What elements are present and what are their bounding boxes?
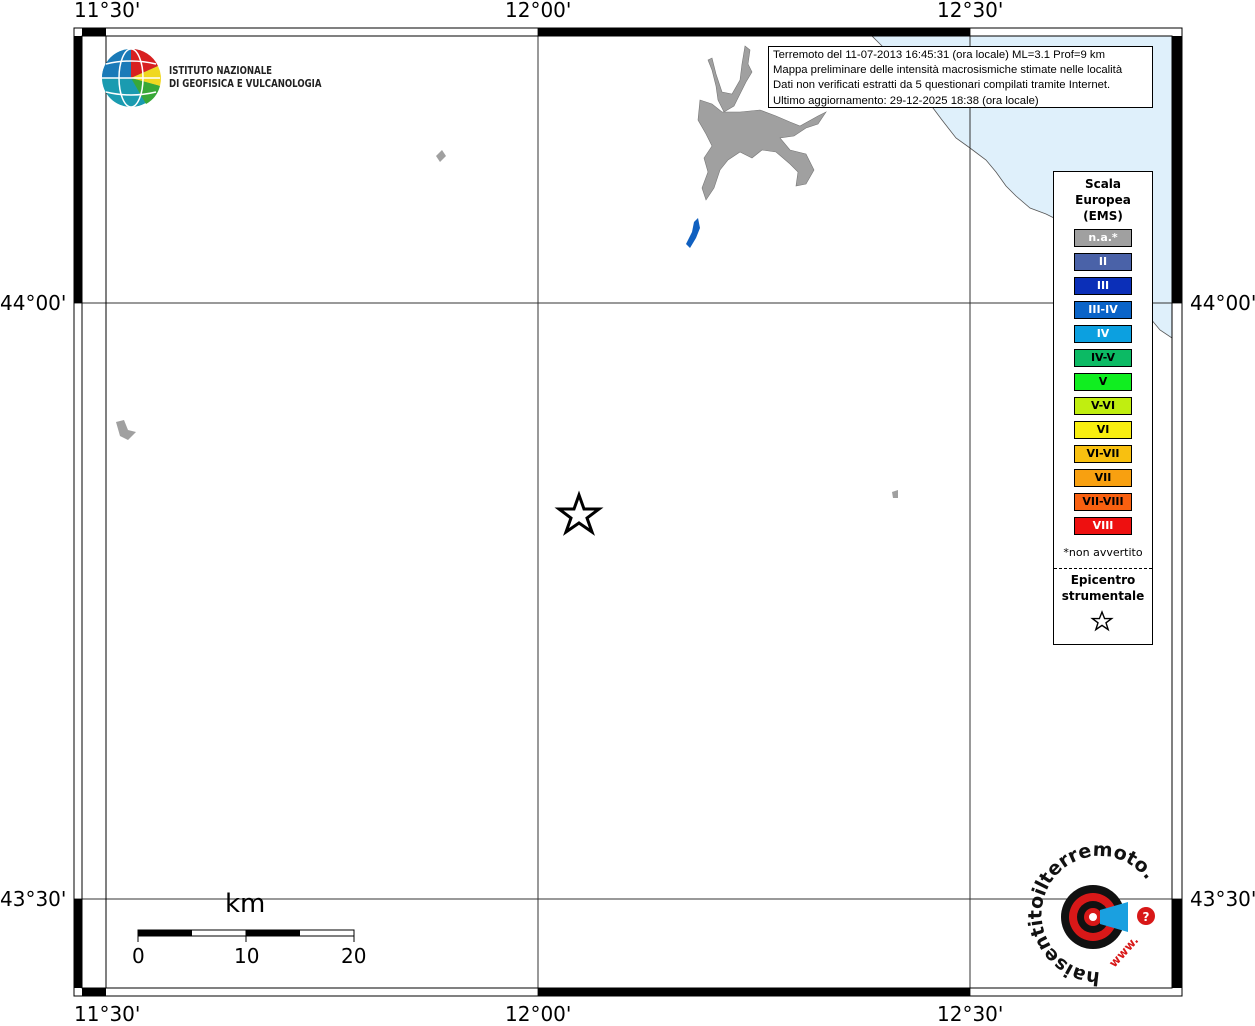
legend-title-line2: Europea	[1075, 193, 1131, 207]
legend-swatch-vi: VI	[1074, 421, 1132, 439]
small-lake-3	[892, 490, 898, 498]
legend-swatch-v: V	[1074, 373, 1132, 391]
small-lake-2	[116, 420, 136, 440]
lon-label-bottom-2: 12°00'	[505, 1002, 572, 1026]
scale-tick-10: 10	[234, 944, 260, 968]
lon-label-top-2: 12°00'	[505, 0, 572, 22]
legend-title-line1: Scala	[1084, 177, 1122, 191]
legend-star-icon	[1090, 610, 1114, 632]
epicenter-star	[554, 490, 604, 536]
blue-lake	[686, 218, 700, 248]
info-line-1: Terremoto del 11-07-2013 16:45:31 (ora l…	[773, 49, 1105, 61]
legend-swatch-ii: II	[1074, 253, 1132, 271]
lon-label-bottom-3: 12°30'	[937, 1002, 1004, 1026]
legend-swatch-iii-iv: III-IV	[1074, 301, 1132, 319]
lat-label-left-1: 44°00'	[0, 291, 67, 315]
scale-bar	[137, 929, 355, 942]
scale-tick-20: 20	[341, 944, 367, 968]
legend-swatch-iv-v: IV-V	[1074, 349, 1132, 367]
legend-epicenter-line1: Epicentro	[1070, 573, 1136, 587]
legend-separator	[1054, 568, 1152, 569]
legend-note: *non avvertito	[1063, 546, 1143, 559]
legend-epicenter-line2: strumentale	[1061, 589, 1145, 603]
lat-label-right-1: 44°00'	[1190, 291, 1255, 315]
small-lake-1	[436, 150, 446, 162]
legend-epicenter-label: Epicentro strumentale	[1054, 572, 1152, 604]
lon-label-top-1: 11°30'	[74, 0, 141, 22]
legend-swatch-v-vi: V-VI	[1074, 397, 1132, 415]
legend-swatch-iii: III	[1074, 277, 1132, 295]
legend-swatch-iv: IV	[1074, 325, 1132, 343]
legend-swatch-vii: VII	[1074, 469, 1132, 487]
ingv-logo	[102, 48, 161, 108]
ingv-name: ISTITUTO NAZIONALE DI GEOFISICA E VULCAN…	[169, 64, 322, 90]
legend-swatch-vi-vii: VI-VII	[1074, 445, 1132, 463]
scale-unit: km	[225, 889, 266, 919]
ems-legend: Scala Europea (EMS) n.a.* II III III-IV IV IV…	[1053, 171, 1153, 645]
legend-title: Scala Europea (EMS)	[1054, 176, 1152, 224]
lat-label-left-2: 43°30'	[0, 887, 67, 911]
lat-label-right-2: 43°30'	[1190, 887, 1255, 911]
lon-label-bottom-1: 11°30'	[74, 1002, 141, 1026]
ingv-line2: DI GEOFISICA E VULCANOLOGIA	[169, 77, 322, 90]
legend-swatch-viii: VIII	[1074, 517, 1132, 535]
scale-tick-0: 0	[132, 944, 145, 968]
legend-swatch-n-a-: n.a.*	[1074, 229, 1132, 247]
info-line-2: Mappa preliminare delle intensità macros…	[773, 64, 1123, 77]
info-line-4: Ultimo aggiornamento: 29-12-2025 18:38 (…	[773, 94, 1039, 107]
legend-title-line3: (EMS)	[1083, 209, 1123, 223]
lon-label-top-3: 12°30'	[937, 0, 1004, 22]
ingv-line1: ISTITUTO NAZIONALE	[169, 64, 273, 77]
svg-text:?: ?	[1143, 910, 1150, 924]
info-line-3: Dati non verificati estratti da 5 questi…	[773, 79, 1111, 92]
event-info-box: Terremoto del 11-07-2013 16:45:31 (ora l…	[768, 46, 1153, 108]
legend-swatch-vii-viii: VII-VIII	[1074, 493, 1132, 511]
